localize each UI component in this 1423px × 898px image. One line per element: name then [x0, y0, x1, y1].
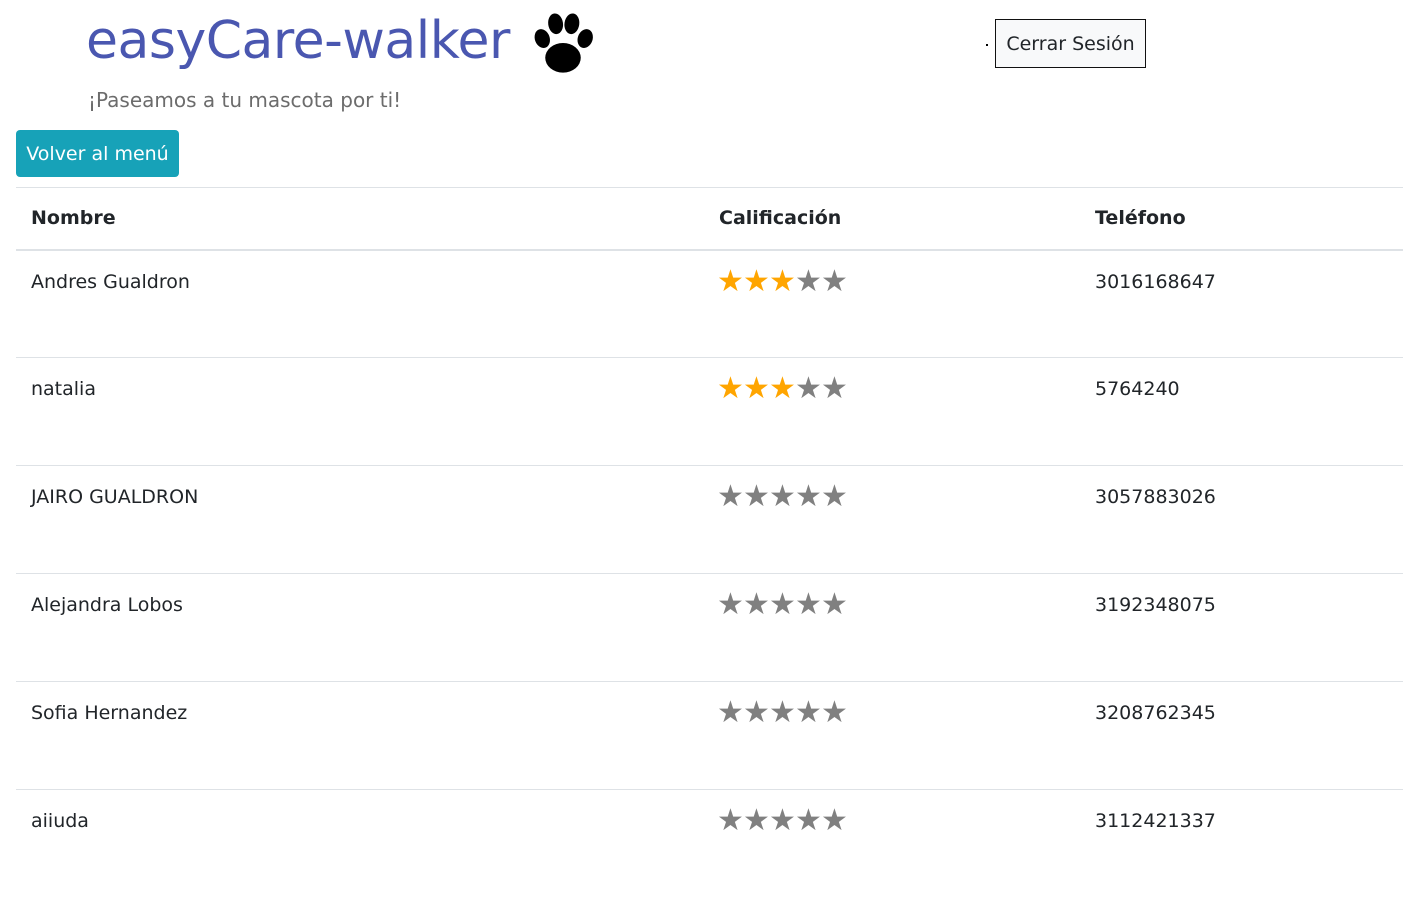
- walker-phone: 3112421337: [1080, 789, 1403, 898]
- back-to-menu-button[interactable]: Volver al menú: [16, 130, 179, 177]
- walker-rating: ★ ★ ★ ★ ★: [704, 357, 1080, 466]
- logout-button[interactable]: Cerrar Sesión: [995, 19, 1146, 68]
- column-header-rating: Calificación: [704, 187, 1080, 251]
- column-header-name: Nombre: [16, 187, 704, 251]
- star-rating: ★ ★ ★ ★ ★: [717, 698, 1065, 728]
- star-empty-icon[interactable]: ★: [743, 698, 770, 728]
- star-empty-icon[interactable]: ★: [821, 806, 848, 836]
- star-rating: ★ ★ ★ ★ ★: [717, 590, 1065, 620]
- star-empty-icon[interactable]: ★: [821, 698, 848, 728]
- brand-title: easyCare-walker: [86, 11, 510, 71]
- walker-phone: 5764240: [1080, 357, 1403, 466]
- star-filled-icon[interactable]: ★: [769, 374, 796, 404]
- star-empty-icon[interactable]: ★: [795, 374, 822, 404]
- star-rating: ★ ★ ★ ★ ★: [717, 374, 1065, 404]
- star-empty-icon[interactable]: ★: [795, 806, 822, 836]
- star-filled-icon[interactable]: ★: [743, 374, 770, 404]
- walker-name: Sofia Hernandez: [16, 681, 704, 790]
- walker-rating: ★ ★ ★ ★ ★: [704, 465, 1080, 574]
- walker-phone: 3016168647: [1095, 270, 1216, 293]
- walker-phone: 3192348075: [1080, 573, 1403, 682]
- walkers-table: Nombre Calificación Teléfono Andres Gual…: [16, 187, 1403, 898]
- star-empty-icon[interactable]: ★: [769, 482, 796, 512]
- table-row: Andres Gualdron ★ ★ ★ ★ ★ 3016168647: [16, 250, 1403, 358]
- star-empty-icon[interactable]: ★: [717, 482, 744, 512]
- star-empty-icon[interactable]: ★: [821, 266, 848, 297]
- star-empty-icon[interactable]: ★: [743, 806, 770, 836]
- star-empty-icon[interactable]: ★: [743, 482, 770, 512]
- walker-name: Alejandra Lobos: [16, 573, 704, 682]
- brand: easyCare-walker: [86, 2, 600, 80]
- walker-name: natalia: [16, 357, 704, 466]
- walker-name: Andres Gualdron: [31, 270, 190, 293]
- star-filled-icon[interactable]: ★: [717, 374, 744, 404]
- table-row: Alejandra Lobos ★ ★ ★ ★ ★ 3192348075: [16, 573, 1403, 682]
- star-empty-icon[interactable]: ★: [795, 590, 822, 620]
- table-row: aiiuda ★ ★ ★ ★ ★ 3112421337: [16, 789, 1403, 898]
- star-empty-icon[interactable]: ★: [769, 806, 796, 836]
- walker-rating: ★ ★ ★ ★ ★: [704, 789, 1080, 898]
- star-filled-icon[interactable]: ★: [769, 266, 796, 297]
- star-empty-icon[interactable]: ★: [795, 482, 822, 512]
- star-rating: ★ ★ ★ ★ ★: [717, 266, 1065, 297]
- walker-name: JAIRO GUALDRON: [16, 465, 704, 574]
- walker-rating: ★ ★ ★ ★ ★: [704, 250, 1080, 358]
- star-empty-icon[interactable]: ★: [769, 590, 796, 620]
- star-empty-icon[interactable]: ★: [717, 698, 744, 728]
- walker-name: aiiuda: [16, 789, 704, 898]
- star-empty-icon[interactable]: ★: [821, 482, 848, 512]
- star-filled-icon[interactable]: ★: [717, 266, 744, 297]
- star-empty-icon[interactable]: ★: [795, 698, 822, 728]
- dot-marker: [986, 44, 988, 46]
- star-empty-icon[interactable]: ★: [717, 806, 744, 836]
- table-header-row: Nombre Calificación Teléfono: [16, 187, 1403, 251]
- walker-phone: 3057883026: [1080, 465, 1403, 574]
- star-filled-icon[interactable]: ★: [743, 266, 770, 297]
- tagline: ¡Paseamos a tu mascota por ti!: [88, 88, 402, 112]
- star-empty-icon[interactable]: ★: [795, 266, 822, 297]
- star-rating: ★ ★ ★ ★ ★: [717, 806, 1065, 836]
- star-empty-icon[interactable]: ★: [821, 590, 848, 620]
- walker-phone: 3208762345: [1080, 681, 1403, 790]
- paw-icon: [534, 13, 593, 73]
- star-empty-icon[interactable]: ★: [821, 374, 848, 404]
- table-row: JAIRO GUALDRON ★ ★ ★ ★ ★ 3057883026: [16, 465, 1403, 574]
- table-row: Sofia Hernandez ★ ★ ★ ★ ★ 3208762345: [16, 681, 1403, 790]
- table-row: natalia ★ ★ ★ ★ ★ 5764240: [16, 357, 1403, 466]
- star-empty-icon[interactable]: ★: [743, 590, 770, 620]
- walker-rating: ★ ★ ★ ★ ★: [704, 573, 1080, 682]
- walker-rating: ★ ★ ★ ★ ★: [704, 681, 1080, 790]
- star-rating: ★ ★ ★ ★ ★: [717, 482, 1065, 512]
- star-empty-icon[interactable]: ★: [769, 698, 796, 728]
- star-empty-icon[interactable]: ★: [717, 590, 744, 620]
- column-header-phone: Teléfono: [1080, 187, 1403, 251]
- page-header: easyCare-walker ¡Paseamos a tu mascota p…: [0, 0, 1423, 128]
